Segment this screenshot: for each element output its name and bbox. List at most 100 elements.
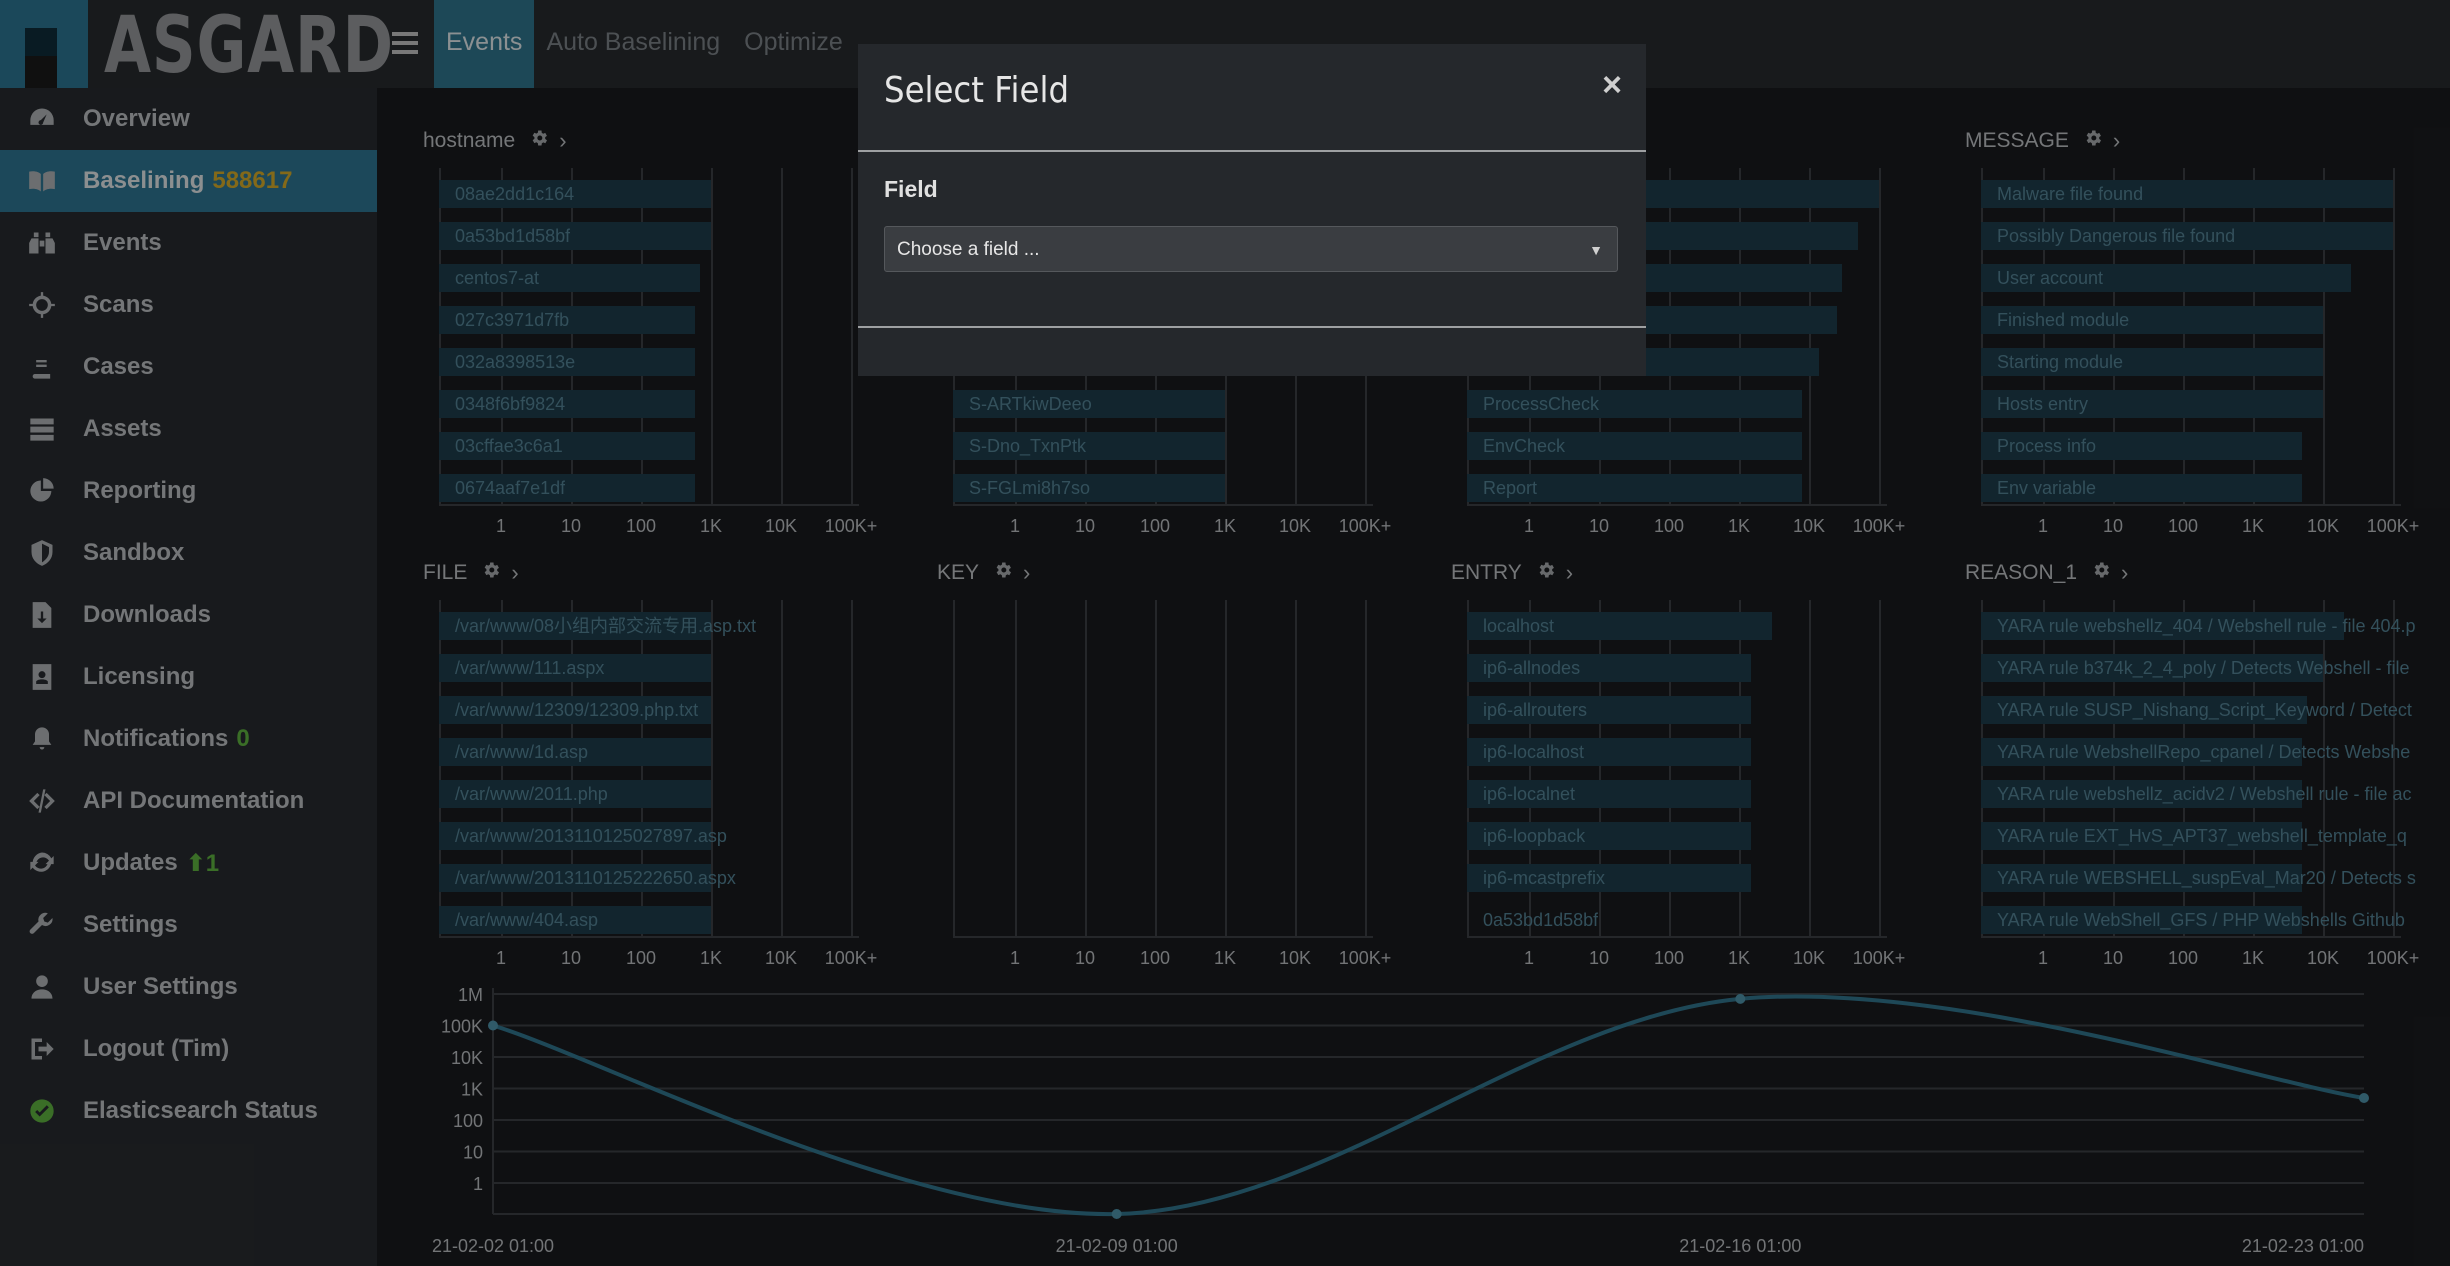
bar-label[interactable]: /var/www/2011.php xyxy=(455,780,608,808)
bar-label[interactable]: Env variable xyxy=(1997,474,2096,502)
gear-icon[interactable] xyxy=(515,128,549,154)
sidebar-item-licensing[interactable]: Licensing xyxy=(0,646,377,708)
bar-label[interactable]: 027c3971d7fb xyxy=(455,306,569,334)
bar-label[interactable]: YARA rule SUSP_Nishang_Script_Keyword / … xyxy=(1997,696,2412,724)
menu-toggle-icon[interactable] xyxy=(390,27,420,57)
tab-optimize[interactable]: Optimize xyxy=(732,0,855,88)
bar-label[interactable]: /var/www/2013110125027897.asp xyxy=(455,822,727,850)
close-icon[interactable]: × xyxy=(1602,66,1622,105)
bar-label[interactable]: Possibly Dangerous file found xyxy=(1997,222,2235,250)
bar-label[interactable]: EnvCheck xyxy=(1483,432,1565,460)
data-point[interactable] xyxy=(488,1020,498,1031)
bar-label[interactable]: Starting module xyxy=(1997,348,2123,376)
bar-label[interactable]: /var/www/404.asp xyxy=(455,906,598,934)
tick-label: 10 xyxy=(1588,948,1610,968)
bar-label[interactable]: ip6-mcastprefix xyxy=(1483,864,1605,892)
sidebar-item-cases[interactable]: Cases xyxy=(0,336,377,398)
panel-title-text: ENTRY xyxy=(1451,561,1522,584)
file-download-icon xyxy=(27,600,57,630)
tab-events[interactable]: Events xyxy=(434,0,535,88)
data-point[interactable] xyxy=(1111,1209,1122,1219)
bar-label[interactable]: localhost xyxy=(1483,612,1554,640)
axis-line xyxy=(439,504,859,506)
bar-label[interactable]: S-FGLmi8h7so xyxy=(969,474,1090,502)
bar-label[interactable]: S-ARTkiwDeeo xyxy=(969,390,1092,418)
bar-label[interactable]: ip6-allnodes xyxy=(1483,654,1580,682)
gear-icon[interactable] xyxy=(1522,560,1556,586)
bar-label[interactable]: 0674aaf7e1df xyxy=(455,474,565,502)
bar-label[interactable]: Report xyxy=(1483,474,1537,502)
bar-label[interactable]: /var/www/111.aspx xyxy=(455,654,604,682)
bar-label[interactable]: YARA rule WEBSHELL_suspEval_Mar20 / Dete… xyxy=(1997,864,2416,892)
sidebar-item-overview[interactable]: Overview xyxy=(0,88,377,150)
bar-label[interactable]: /var/www/08小组内部交流专用.asp.txt xyxy=(455,612,756,640)
chevron-right-icon[interactable]: › xyxy=(559,128,566,154)
bar-label[interactable]: 0a53bd1d58bf xyxy=(1483,906,1598,934)
sidebar-item-downloads[interactable]: Downloads xyxy=(0,584,377,646)
bar-label[interactable]: YARA rule EXT_HvS_APT37_webshell_templat… xyxy=(1997,822,2407,850)
gear-icon[interactable] xyxy=(979,560,1013,586)
sidebar-item-notifications[interactable]: Notifications 0 xyxy=(0,708,377,770)
chevron-right-icon[interactable]: › xyxy=(2113,128,2120,154)
bar-label[interactable]: ip6-localhost xyxy=(1483,738,1584,766)
sidebar-item-sandbox[interactable]: Sandbox xyxy=(0,522,377,584)
chevron-right-icon[interactable]: › xyxy=(2121,560,2128,586)
grid-line xyxy=(1809,600,1811,936)
sidebar-item-assets[interactable]: Assets xyxy=(0,398,377,460)
tab-auto-baselining[interactable]: Auto Baselining xyxy=(534,0,732,88)
bar-label[interactable]: ip6-loopback xyxy=(1483,822,1585,850)
bar-label[interactable]: /var/www/2013110125222650.aspx xyxy=(455,864,736,892)
bar-label[interactable]: Hosts entry xyxy=(1997,390,2088,418)
bar-label[interactable]: ip6-allrouters xyxy=(1483,696,1587,724)
bar-label[interactable]: /var/www/1d.asp xyxy=(455,738,588,766)
grid-line xyxy=(711,168,713,504)
panel-title-file: FILE › xyxy=(423,560,519,586)
bar-label[interactable]: centos7-at xyxy=(455,264,539,292)
axis-line xyxy=(439,936,859,938)
bar-label[interactable]: 0348f6bf9824 xyxy=(455,390,565,418)
bar-label[interactable]: User account xyxy=(1997,264,2103,292)
bar-label[interactable]: ip6-localnet xyxy=(1483,780,1575,808)
logo-icon[interactable] xyxy=(0,0,88,88)
gear-icon[interactable] xyxy=(2077,560,2111,586)
data-point[interactable] xyxy=(1735,993,1746,1004)
sidebar-item-api-documentation[interactable]: API Documentation xyxy=(0,770,377,832)
bar-label[interactable]: 0a53bd1d58bf xyxy=(455,222,570,250)
sidebar-item-elasticsearch-status[interactable]: Elasticsearch Status xyxy=(0,1080,377,1142)
bar-label[interactable]: /var/www/12309/12309.php.txt xyxy=(455,696,698,724)
gear-icon[interactable] xyxy=(2069,128,2103,154)
field-select[interactable]: Choose a field ... ▼ xyxy=(884,226,1618,272)
bar-label[interactable]: Process info xyxy=(1997,432,2096,460)
brand-name[interactable]: ASGARD xyxy=(104,0,394,91)
bar-label[interactable]: YARA rule WebShell_GFS / PHP Webshells G… xyxy=(1997,906,2405,934)
chevron-right-icon[interactable]: › xyxy=(1566,560,1573,586)
tick-label: 100 xyxy=(1653,948,1685,968)
sidebar-item-user-settings[interactable]: User Settings xyxy=(0,956,377,1018)
bar-label[interactable]: YARA rule b374k_2_4_poly / Detects Websh… xyxy=(1997,654,2410,682)
chevron-right-icon[interactable]: › xyxy=(511,560,518,586)
sidebar-item-baselining[interactable]: Baselining 588617 xyxy=(0,150,377,212)
sidebar-item-events[interactable]: Events xyxy=(0,212,377,274)
bar-label[interactable]: 03cffae3c6a1 xyxy=(455,432,563,460)
sidebar-item-settings[interactable]: Settings xyxy=(0,894,377,956)
bar-label[interactable]: 08ae2dd1c164 xyxy=(455,180,574,208)
grid-line xyxy=(851,168,853,504)
bar-label[interactable]: YARA rule webshellz_404 / Webshell rule … xyxy=(1997,612,2416,640)
bar-label[interactable]: Malware file found xyxy=(1997,180,2143,208)
tick-label: 1K xyxy=(1727,948,1751,968)
bar-label[interactable]: S-Dno_TxnPtk xyxy=(969,432,1086,460)
bar-label[interactable]: Finished module xyxy=(1997,306,2129,334)
tick-label: 1 xyxy=(1523,948,1535,968)
bar-label[interactable]: 032a8398513e xyxy=(455,348,575,376)
sidebar-item-updates[interactable]: Updates ⬆︎1 xyxy=(0,832,377,894)
bar-label[interactable]: YARA rule WebshellRepo_cpanel / Detects … xyxy=(1997,738,2410,766)
field-select-value: Choose a field ... xyxy=(897,239,1040,260)
bar-label[interactable]: ProcessCheck xyxy=(1483,390,1599,418)
sidebar-item-scans[interactable]: Scans xyxy=(0,274,377,336)
bar-label[interactable]: YARA rule webshellz_acidv2 / Webshell ru… xyxy=(1997,780,2412,808)
chevron-right-icon[interactable]: › xyxy=(1023,560,1030,586)
data-point[interactable] xyxy=(2359,1092,2369,1103)
gear-icon[interactable] xyxy=(467,560,501,586)
sidebar-item-reporting[interactable]: Reporting xyxy=(0,460,377,522)
sidebar-item-logout[interactable]: Logout (Tim) xyxy=(0,1018,377,1080)
